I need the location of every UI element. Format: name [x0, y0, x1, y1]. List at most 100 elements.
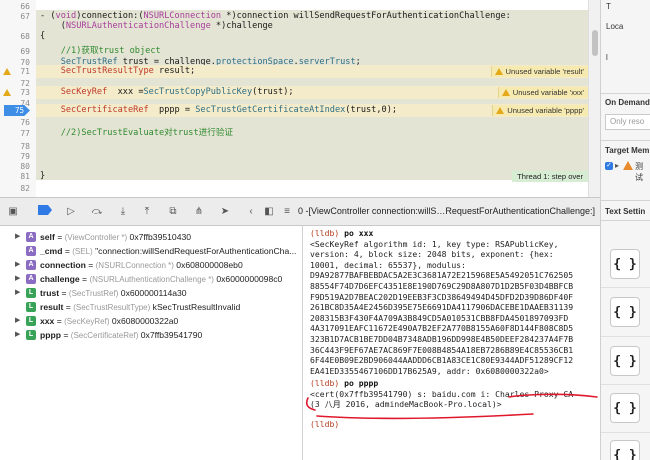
line-number: 77: [20, 129, 30, 138]
inspector-divider: [601, 200, 650, 201]
step-into-icon[interactable]: ⤓: [116, 205, 130, 219]
lldb-console[interactable]: (lldb) po xxx <SecKeyRef algorithm id: 1,…: [303, 226, 600, 460]
console-line: (lldb) po xxx: [310, 228, 373, 239]
warning-text: Unused variable 'pppp': [507, 106, 584, 115]
library-code-snippet-icon[interactable]: { }: [610, 297, 640, 327]
step-out-icon[interactable]: ⤒: [140, 205, 154, 219]
variables-view[interactable]: ▶ Aself = (ViewController *) 0x7ffb395104…: [0, 226, 303, 460]
variable-row[interactable]: ▶ Lxxx = (SecKeyRef) 0x6080000322a0: [0, 314, 302, 328]
editor-scrollbar[interactable]: [588, 0, 600, 197]
local-badge-icon: L: [26, 330, 36, 340]
library-code-snippet-icon[interactable]: { }: [610, 393, 640, 423]
code-token: (trust,0);: [345, 105, 398, 115]
variable-row[interactable]: ▶ Aconnection = (NSURLConnection *) 0x608…: [0, 258, 302, 272]
library-code-snippet-icon[interactable]: { }: [610, 249, 640, 279]
breakpoint-marker[interactable]: 75: [4, 105, 30, 116]
variable-name: trust: [40, 288, 60, 298]
hide-debug-area-icon[interactable]: ▣: [6, 205, 20, 219]
thread-icon[interactable]: ≡: [280, 205, 294, 219]
console-line: 323B1D7ACB1BE7DD04B7348ADB196DD998E4B50D…: [310, 334, 573, 345]
variable-value: 0x6000000098c0: [216, 274, 283, 284]
variable-value: "connection:willSendRequestForAuthentica…: [95, 246, 297, 256]
code-line[interactable]: 68 {: [0, 30, 588, 43]
variable-row[interactable]: ▶ Lpppp = (SecCertificateRef) 0x7ffb39541…: [0, 328, 302, 342]
target-membership-heading: Target Mem: [605, 146, 650, 155]
inspector-item-extra: l: [606, 53, 608, 62]
library-code-snippet-icon[interactable]: { }: [610, 440, 640, 460]
code-line[interactable]: 82: [0, 182, 588, 195]
inspector-item-location: Loca: [606, 22, 624, 31]
source-editor[interactable]: 66 67- (void)connection:(NSURLConnection …: [0, 0, 600, 197]
argument-badge-icon: A: [26, 274, 36, 284]
disclosure-triangle-icon[interactable]: ▶: [15, 286, 20, 300]
console-line: 6F44E0B09E2BD906044AADDD6CB1A83CE1C80E93…: [310, 355, 573, 366]
disclosure-triangle-icon[interactable]: ▶: [15, 328, 20, 342]
console-output-line: F9D519A2D7BEAC202D19EEB3F3CD38649494D45D…: [310, 291, 574, 302]
console-line: 208315B3F430F4A709A3B849CD5A010531CBB8FD…: [310, 313, 568, 324]
disclosure-arrow-icon: ▸: [615, 161, 620, 170]
console-line: version: 4, block size: 2048 bits, expon…: [310, 249, 554, 260]
variable-type: (SecCertificateRef): [70, 331, 139, 340]
continue-icon[interactable]: ▷: [64, 205, 78, 219]
variable-row[interactable]: ▶ Aself = (ViewController *) 0x7ffb395104…: [0, 230, 302, 244]
variable-row[interactable]: A _cmd = (SEL) "connection:willSendReques…: [0, 244, 302, 258]
variable-row[interactable]: Lresult = (SecTrustResultType) kSecTrust…: [0, 300, 302, 314]
simulate-location-icon[interactable]: ➤: [218, 205, 232, 219]
variable-text: trust = (SecTrustRef) 0x600000114a30: [40, 286, 187, 301]
warning-icon: [501, 89, 510, 96]
console-line: 88554F74D7D6EFC4351E8E190D769C29D8A807D1…: [310, 281, 573, 292]
variable-name: self: [40, 232, 55, 242]
local-badge-icon: L: [26, 316, 36, 326]
equals-sign: =: [63, 302, 74, 312]
console-output-line: 6F44E0B09E2BD906044AADDD6CB1A83CE1C80E93…: [310, 355, 574, 366]
process-icon[interactable]: ◧: [262, 205, 276, 219]
breakpoints-toggle-icon[interactable]: [38, 205, 52, 219]
variable-row[interactable]: ▶ Ltrust = (SecTrustRef) 0x600000114a30: [0, 286, 302, 301]
target-checkbox[interactable]: ✓: [605, 162, 613, 170]
lldb-prompt: (lldb): [310, 378, 340, 388]
code-token: //1)获取trust object: [40, 46, 161, 56]
console-line: D9A92877BAFBEBDAC5A2E3C3681A72E215968E5A…: [310, 270, 573, 281]
jump-back-icon[interactable]: ‹: [244, 205, 258, 219]
warning-text: Unused variable 'result': [505, 67, 584, 76]
editor-scroll-thumb[interactable]: [592, 30, 598, 56]
code-token: SecKeyRef: [60, 87, 108, 97]
code-token: }: [40, 171, 46, 181]
debug-toolbar: ▣ ▷ ⤼ ⤓ ⤒ ⧉ ⋔ ➤ ‹ ◧ ≡ 0 -[ViewController…: [0, 197, 600, 226]
inspector-divider: [601, 93, 650, 94]
code-token: pppp =: [148, 105, 196, 115]
console-output-line: 208315B3F430F4A709A3B849CD5A010531CBB8FD…: [310, 312, 569, 323]
code-token: {: [40, 31, 46, 41]
console-output-line: D9A92877BAFBEBDAC5A2E3C3681A72E215968E5A…: [310, 270, 574, 281]
equals-sign: =: [79, 274, 90, 284]
console-output-line: version: 4, block size: 2048 bits, expon…: [310, 249, 554, 260]
code-line[interactable]: 77 //2)SecTrustEvaluate对trust进行验证: [0, 127, 588, 140]
lldb-command: po xxx: [344, 228, 374, 238]
console-line: 10001, decimal: 65537}, modulus:: [310, 260, 466, 271]
view-hierarchy-icon[interactable]: ⧉: [166, 205, 180, 219]
only-resources-field[interactable]: Only reso: [605, 114, 650, 130]
disclosure-triangle-icon[interactable]: ▶: [15, 272, 20, 286]
warning-badge[interactable]: Unused variable 'pppp': [492, 105, 588, 116]
variable-value: kSecTrustResultInvalid: [152, 302, 241, 312]
code-text: {: [40, 30, 45, 43]
argument-badge-icon: A: [26, 260, 36, 270]
step-over-icon[interactable]: ⤼: [90, 205, 104, 219]
variable-row[interactable]: ▶ Achallenge = (NSURLAuthenticationChalle…: [0, 272, 302, 286]
memory-graph-icon[interactable]: ⋔: [192, 205, 206, 219]
code-token: (trust);: [252, 87, 294, 97]
console-line: 36C443F9EF67AE7AC869F7E008B4854A18EB7286…: [310, 345, 573, 356]
variable-name: _cmd: [40, 246, 63, 256]
code-token: result;: [153, 66, 196, 76]
equals-sign: =: [85, 260, 96, 270]
library-code-snippet-icon[interactable]: { }: [610, 346, 640, 376]
stack-frame-path[interactable]: 0 -[ViewController connection:willS…Requ…: [298, 206, 595, 216]
code-text: //2)SecTrustEvaluate对trust进行验证: [40, 127, 233, 140]
warning-badge[interactable]: Unused variable 'result': [490, 66, 588, 77]
disclosure-triangle-icon[interactable]: ▶: [15, 258, 20, 272]
disclosure-triangle-icon[interactable]: ▶: [15, 230, 20, 244]
equals-sign: =: [61, 330, 71, 340]
disclosure-triangle-icon[interactable]: ▶: [15, 314, 20, 328]
